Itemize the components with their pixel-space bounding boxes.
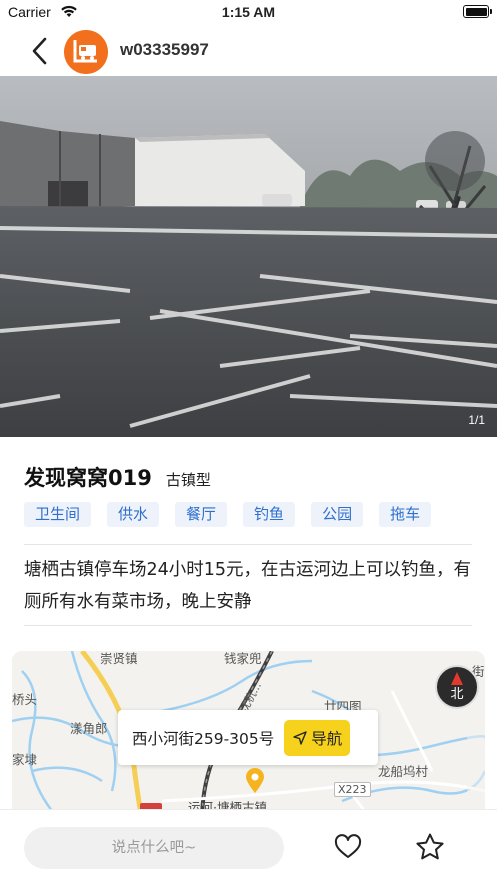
map-label-longchuanwu: 龙船坞村 — [378, 764, 429, 779]
username: w03335997 — [120, 40, 209, 59]
heart-icon — [334, 834, 362, 858]
tag-water: 供水 — [107, 502, 160, 527]
avatar[interactable] — [64, 30, 108, 74]
favorite-button[interactable] — [415, 832, 445, 866]
title-row: 发现窝窝019 古镇型 — [24, 462, 211, 492]
map-label-qianjiadou: 钱家兜 — [224, 651, 262, 666]
map-label-qiaotou: 桥头 — [12, 692, 38, 707]
tag-fishing: 钓鱼 — [243, 502, 296, 527]
facility-tags: 卫生间 供水 餐厅 钓鱼 公园 拖车 — [24, 502, 447, 527]
clock: 1:15 AM — [221, 4, 276, 20]
star-icon — [416, 833, 444, 860]
compass-button[interactable]: 北 — [435, 665, 479, 709]
nav-header: w03335997 — [0, 26, 497, 76]
divider — [24, 544, 472, 545]
tag-towing: 拖车 — [379, 502, 432, 527]
parking-lot-photo — [0, 76, 497, 437]
navigation-arrow-icon — [293, 730, 307, 745]
bottom-bar — [0, 809, 497, 883]
spot-type: 古镇型 — [165, 471, 211, 489]
map-label-road-x223: X223 — [334, 782, 371, 797]
spot-title: 发现窝窝019 — [24, 466, 152, 490]
battery-icon — [463, 5, 492, 18]
spot-description: 塘栖古镇停车场24小时15元，在古运河边上可以钓鱼，有厕所有水有菜市场，晚上安静 — [24, 560, 472, 612]
location-pin-icon — [246, 768, 264, 793]
address-text: 西小河街259-305号 — [132, 729, 275, 748]
rv-logo-icon — [64, 30, 108, 74]
navigate-label: 导航 — [311, 729, 343, 748]
location-map[interactable]: 崇贤镇 钱家兜 桥头 漾角郎 家埭 廿四图 龙船坞村 沈杭... X223 运河… — [12, 651, 485, 821]
back-button[interactable] — [26, 36, 54, 66]
status-bar: Carrier 1:15 AM — [0, 0, 497, 26]
compass-icon: 北 — [450, 672, 464, 702]
comment-input[interactable] — [24, 827, 284, 869]
map-label-town: 崇贤镇 — [100, 651, 138, 666]
tag-park: 公园 — [311, 502, 364, 527]
spot-photo[interactable]: 1/1 — [0, 76, 497, 437]
tag-toilet: 卫生间 — [24, 502, 92, 527]
map-label-yangjiaolang: 漾角郎 — [70, 721, 108, 736]
like-button[interactable] — [334, 834, 362, 864]
compass-label: 北 — [450, 687, 463, 702]
tag-restaurant: 餐厅 — [175, 502, 228, 527]
chevron-left-icon — [32, 37, 47, 65]
address-card: 西小河街259-305号 导航 — [118, 710, 378, 765]
map-label-jiadai: 家埭 — [12, 752, 38, 767]
photo-counter: 1/1 — [468, 413, 485, 427]
divider — [24, 625, 472, 626]
navigate-button[interactable]: 导航 — [284, 719, 351, 756]
